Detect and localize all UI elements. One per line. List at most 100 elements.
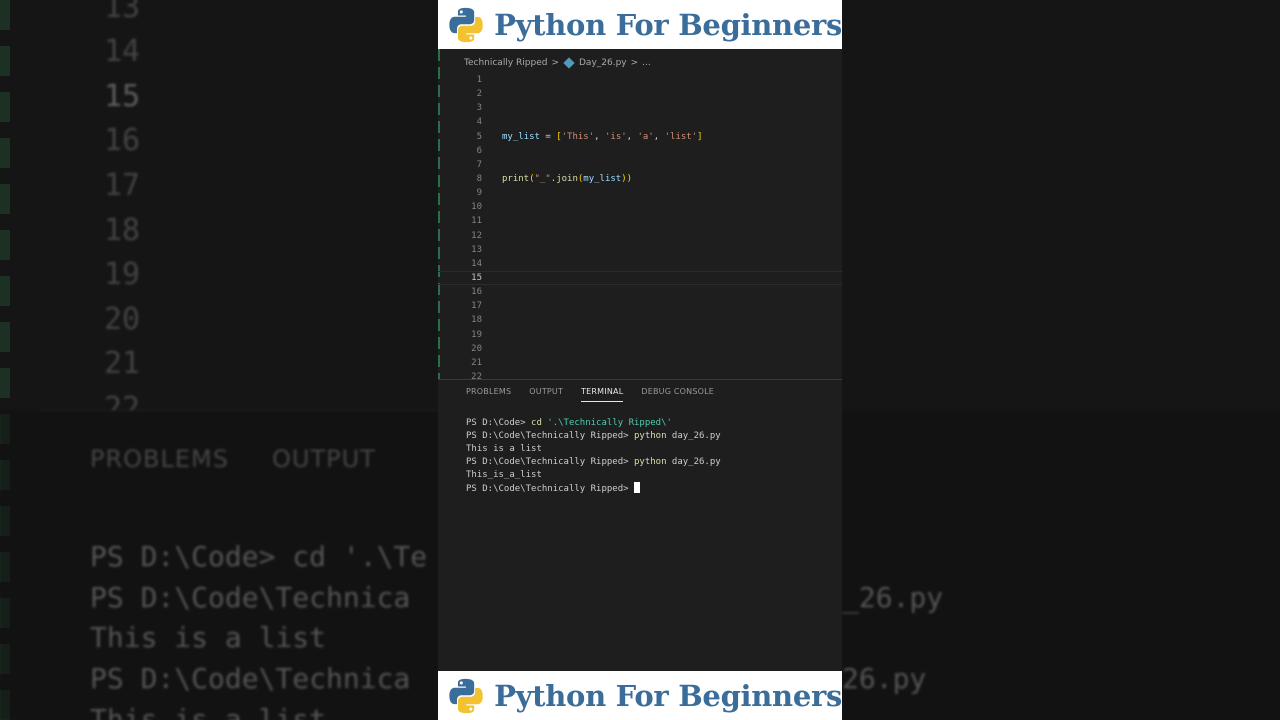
line-number: 1	[476, 75, 482, 85]
line-number: 18	[471, 315, 482, 326]
code-lines[interactable]: 1 2 3 4 5 my_list = ['This', 'is', 'a', …	[438, 73, 842, 384]
token-string: 'is'	[604, 131, 627, 142]
terminal-argument: day_26.py	[666, 431, 721, 441]
line-number: 2	[476, 89, 482, 100]
line-number: 20	[471, 343, 482, 354]
code-line[interactable]: 8 print("_".join(my_list))	[438, 172, 842, 186]
terminal[interactable]: PS D:\Code> cd '.\Technically Ripped\' P…	[466, 417, 721, 495]
breadcrumb-file[interactable]: Day_26.py	[579, 58, 627, 68]
breadcrumb-folder[interactable]: Technically Ripped	[464, 58, 547, 68]
line-number: 5	[476, 131, 482, 142]
bg-line-number: 13	[104, 0, 141, 25]
code-line[interactable]: 21	[438, 356, 842, 370]
code-line[interactable]: 7	[438, 158, 842, 172]
code-line[interactable]: 1	[438, 73, 842, 87]
line-number: 6	[476, 145, 482, 156]
line-number: 12	[471, 230, 482, 241]
tab-debug-console[interactable]: DEBUG CONSOLE	[641, 387, 714, 402]
bg-terminal-line: This is a list	[90, 703, 327, 720]
code-line[interactable]: 5 my_list = ['This', 'is', 'a', 'list']	[438, 130, 842, 144]
token-string: 'a'	[637, 131, 654, 142]
bg-terminal-line: PS D:\Code> cd '.\Te	[90, 540, 428, 573]
code-text: my_list = ['This', 'is', 'a', 'list']	[502, 130, 703, 144]
bg-panel-divider	[40, 410, 438, 411]
token-comma: ,	[653, 131, 665, 142]
breadcrumb-separator: >	[630, 58, 639, 68]
code-line[interactable]: 2	[438, 87, 842, 101]
code-line[interactable]: 3	[438, 101, 842, 115]
line-number: 8	[476, 173, 482, 184]
token-operator: =	[539, 131, 557, 142]
code-text: print("_".join(my_list))	[502, 172, 632, 186]
background-content: _26.py 26.py	[842, 0, 1280, 720]
line-number: 10	[471, 202, 482, 213]
bg-line-number: 21	[104, 346, 141, 381]
python-logo-icon	[449, 7, 483, 42]
terminal-line: PS D:\Code\Technically Ripped>	[466, 482, 721, 495]
bg-line-number: 19	[104, 257, 141, 292]
line-number: 4	[476, 117, 482, 128]
code-line[interactable]: 16	[438, 285, 842, 299]
terminal-prompt: PS D:\Code\Technically Ripped>	[466, 484, 634, 494]
bg-line-number: 14	[104, 34, 141, 69]
terminal-cursor	[633, 482, 640, 493]
token-variable: my_list	[502, 131, 540, 142]
tab-terminal[interactable]: TERMINAL	[581, 387, 624, 402]
bg-line-number: 17	[104, 168, 141, 203]
terminal-line: PS D:\Code\Technically Ripped> python da…	[466, 430, 721, 443]
code-line-active[interactable]: 15	[438, 271, 842, 285]
token-string: 'list'	[664, 131, 698, 142]
terminal-command: python	[633, 457, 667, 467]
line-number: 21	[471, 357, 482, 368]
terminal-prompt: PS D:\Code\Technically Ripped>	[466, 431, 634, 441]
code-line[interactable]: 10	[438, 200, 842, 214]
bg-tab: PROBLEMS	[90, 445, 229, 473]
terminal-command: python	[633, 431, 667, 441]
python-file-icon	[563, 57, 575, 69]
bg-tab: OUTPUT	[272, 445, 376, 473]
bg-terminal-line: This is a list	[90, 621, 327, 654]
line-number: 17	[471, 301, 482, 312]
line-number: 11	[471, 216, 482, 227]
code-line[interactable]: 13	[438, 243, 842, 257]
code-line[interactable]: 17	[438, 299, 842, 313]
token-comma: ,	[594, 131, 605, 142]
line-number: 9	[476, 188, 482, 199]
code-line[interactable]: 14	[438, 257, 842, 271]
terminal-argument: '.\Technically Ripped\'	[541, 418, 672, 428]
top-banner: Python For Beginners	[438, 0, 842, 49]
bg-terminal-line: 26.py	[842, 662, 927, 695]
code-line[interactable]: 12	[438, 229, 842, 243]
bg-terminal-line: _26.py	[842, 581, 944, 614]
code-line[interactable]: 18	[438, 313, 842, 327]
code-editor: Technically Ripped > Day_26.py > ... 1 2…	[438, 49, 842, 671]
code-line[interactable]: 6	[438, 144, 842, 158]
code-line[interactable]: 19	[438, 328, 842, 342]
breadcrumb-more[interactable]: ...	[642, 58, 651, 68]
terminal-prompt: PS D:\Code\Technically Ripped>	[466, 457, 634, 467]
tab-problems[interactable]: PROBLEMS	[466, 387, 511, 402]
breadcrumb: Technically Ripped > Day_26.py > ...	[464, 57, 651, 69]
line-number: 7	[476, 159, 482, 170]
terminal-line: PS D:\Code> cd '.\Technically Ripped\'	[466, 417, 721, 430]
code-line[interactable]: 4	[438, 115, 842, 129]
breadcrumb-separator: >	[551, 58, 559, 68]
bg-line-number: 16	[104, 123, 141, 158]
terminal-command: cd	[531, 418, 542, 428]
banner-title: Python For Beginners	[494, 678, 842, 713]
token-bracket: ))	[621, 173, 633, 184]
token-string: "_"	[534, 173, 551, 184]
line-number: 13	[471, 244, 482, 255]
token-bracket: ]	[697, 131, 703, 142]
banner-title: Python For Beginners	[494, 7, 842, 42]
tab-output[interactable]: OUTPUT	[529, 387, 563, 402]
line-number: 19	[471, 329, 482, 340]
code-line[interactable]: 9	[438, 186, 842, 200]
background-content: 13 14 15 16 17 18 19 20 21 22 PROBLEMS O…	[0, 0, 438, 720]
bg-line-number: 20	[104, 302, 141, 337]
code-line[interactable]: 11	[438, 214, 842, 228]
line-number: 16	[471, 287, 482, 298]
line-number: 14	[471, 258, 482, 269]
code-line[interactable]: 20	[438, 342, 842, 356]
bg-terminal-line: PS D:\Code\Technica	[90, 662, 411, 695]
